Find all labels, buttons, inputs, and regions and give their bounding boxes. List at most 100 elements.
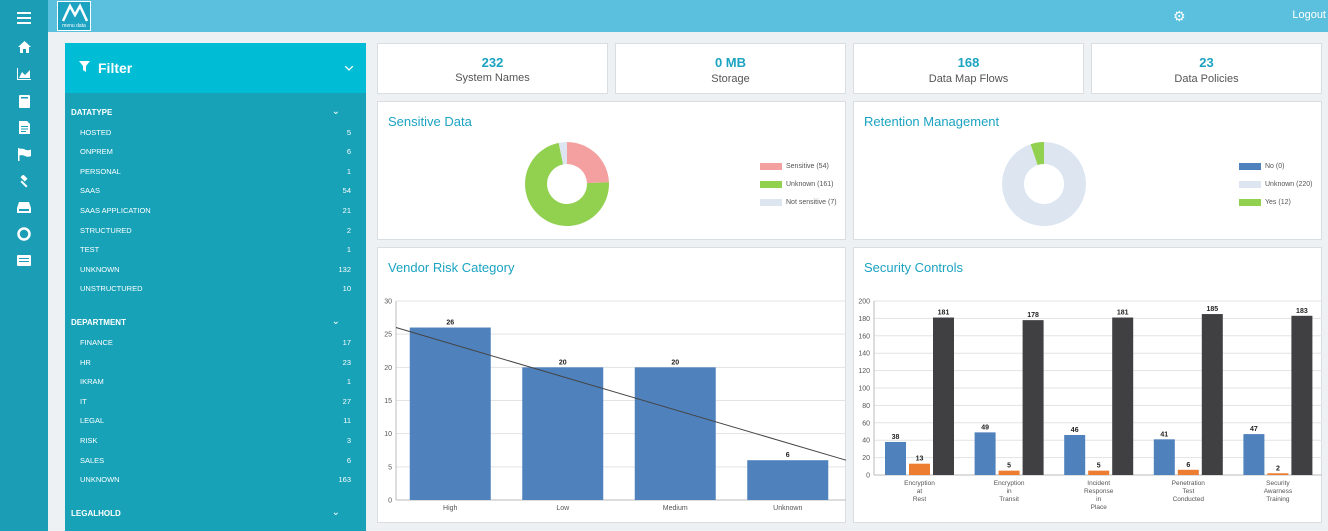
flag-icon[interactable] [0, 145, 48, 163]
gear-icon[interactable]: ⚙ [1173, 9, 1186, 23]
stat-card-data-map-flows[interactable]: 168 Data Map Flows [853, 43, 1084, 94]
filter-item-count: 23 [342, 357, 351, 367]
stat-card-data-policies[interactable]: 23 Data Policies [1091, 43, 1322, 94]
filter-item[interactable]: ONPREM 6 [80, 147, 351, 156]
chart-icon[interactable] [0, 65, 48, 83]
security-controls-panel: Security Controls 0 20 40 60 80 100 120 140 160 1… [853, 247, 1322, 523]
filter-item-label: HR [80, 357, 91, 367]
filter-item[interactable]: UNSTRUCTURED 10 [80, 284, 351, 293]
bar[interactable] [933, 317, 954, 475]
bar[interactable] [1064, 434, 1086, 475]
bar-data-label: 6 [786, 452, 790, 459]
filter-group-label: LEGALHOLD [71, 509, 121, 519]
donut-slice[interactable] [567, 142, 609, 184]
filter-group-department[interactable]: DEPARTMENT ⌄ [71, 316, 340, 327]
stat-card-storage[interactable]: 0 MB Storage [615, 43, 846, 94]
bar[interactable] [885, 441, 906, 475]
y-tick-label: 40 [862, 438, 870, 445]
bar[interactable] [634, 367, 716, 500]
legend-item[interactable]: Sensitive (54) [760, 157, 837, 175]
filter-item[interactable]: IKRAM 1 [80, 377, 351, 386]
bar[interactable] [1243, 434, 1265, 475]
gavel-icon[interactable] [0, 172, 48, 190]
filter-item-count: 2 [346, 225, 351, 235]
bar[interactable] [1153, 439, 1175, 475]
filter-item[interactable]: STRUCTURED 2 [80, 226, 351, 235]
home-icon[interactable] [0, 38, 48, 56]
filter-item[interactable]: UNKNOWN 132 [80, 265, 351, 274]
legend-item[interactable]: Yes (12) [1239, 193, 1312, 211]
logo-text: menu data [62, 23, 86, 29]
book-icon[interactable] [0, 92, 48, 110]
security-controls-bar-chart: 0 20 40 60 80 100 120 140 160 180 200 38 13 181 Encryp… [858, 299, 1322, 511]
filter-item-count: 132 [338, 264, 351, 274]
bar-data-label: 181 [1117, 310, 1129, 317]
chevron-down-icon[interactable]: ⌄ [332, 507, 340, 518]
bar[interactable] [909, 463, 930, 475]
bar[interactable] [998, 470, 1020, 475]
bar[interactable] [1267, 473, 1289, 475]
y-tick-label: 120 [858, 368, 870, 375]
list-icon[interactable] [0, 251, 48, 269]
y-tick-label: 200 [858, 299, 870, 306]
filter-item[interactable]: IT 27 [80, 397, 351, 406]
filter-item-label: HOSTED [80, 127, 112, 137]
filter-item-label: RISK [80, 436, 98, 445]
legend-label: Sensitive (54) [786, 162, 829, 170]
filter-item[interactable]: TEST 1 [80, 245, 351, 254]
x-tick-label: Unknown [773, 505, 802, 512]
filter-group-legalhold[interactable]: LEGALHOLD ⌄ [71, 507, 340, 519]
menu-icon[interactable] [0, 9, 48, 27]
stat-label: Data Map Flows [928, 73, 1009, 85]
bar[interactable] [1291, 315, 1313, 475]
bar[interactable] [1177, 469, 1199, 475]
filter-header[interactable]: Filter [65, 43, 366, 93]
bar[interactable] [409, 327, 491, 500]
filter-item[interactable]: FINANCE 17 [80, 338, 351, 347]
filter-item[interactable]: PERSONAL 1 [80, 167, 351, 176]
legend-item[interactable]: No (0) [1239, 157, 1312, 175]
filter-item[interactable]: HOSTED 5 [80, 128, 351, 137]
x-tick-label: Penetration Test Conducted [1172, 480, 1206, 503]
bar[interactable] [1088, 470, 1110, 475]
filter-item[interactable]: LEGAL 11 [80, 416, 351, 425]
legend-item[interactable]: Unknown (220) [1239, 175, 1312, 193]
filter-item-count: 3 [346, 436, 351, 445]
inbox-icon[interactable] [0, 198, 48, 216]
filter-item-label: ONPREM [80, 147, 113, 157]
bar[interactable] [1022, 320, 1044, 475]
filter-item-count: 1 [346, 245, 351, 255]
bar[interactable] [747, 460, 829, 500]
filter-item-label: IKRAM [80, 377, 104, 387]
bar[interactable] [522, 367, 604, 500]
filter-item[interactable]: HR 23 [80, 358, 351, 367]
app-logo[interactable]: menu data [57, 1, 91, 31]
logout-link[interactable]: Logout [1292, 9, 1326, 21]
stat-card-system-names[interactable]: 232 System Names [377, 43, 608, 94]
y-tick-label: 140 [858, 351, 870, 358]
filter-item-label: UNKNOWN [80, 264, 120, 274]
legend-item[interactable]: Unknown (161) [760, 175, 837, 193]
legend-item[interactable]: Not sensitive (7) [760, 193, 837, 211]
bar[interactable] [1112, 317, 1134, 475]
stat-label: Storage [711, 73, 750, 85]
y-tick-label: 180 [858, 316, 870, 323]
filter-item[interactable]: RISK 3 [80, 436, 351, 445]
filter-item[interactable]: UNKNOWN 163 [80, 475, 351, 484]
filter-item[interactable]: SALES 6 [80, 456, 351, 465]
lifebuoy-icon[interactable] [0, 225, 48, 243]
filter-group-datatype[interactable]: DATATYPE ⌄ [71, 106, 340, 117]
bar-data-label: 5 [1007, 463, 1011, 470]
bar[interactable] [1201, 314, 1223, 475]
chevron-down-icon[interactable]: ⌄ [332, 316, 340, 327]
filter-item-count: 1 [346, 166, 351, 176]
chevron-down-icon[interactable] [344, 63, 354, 74]
filter-item[interactable]: SAAS APPLICATION 21 [80, 206, 351, 215]
filter-item[interactable]: SAAS 54 [80, 186, 351, 195]
chevron-down-icon[interactable]: ⌄ [332, 106, 340, 117]
bar[interactable] [974, 432, 996, 475]
y-tick-label: 30 [384, 299, 392, 306]
document-icon[interactable] [0, 118, 48, 136]
filter-item-label: TEST [80, 245, 100, 255]
filter-item-count: 27 [342, 396, 351, 406]
